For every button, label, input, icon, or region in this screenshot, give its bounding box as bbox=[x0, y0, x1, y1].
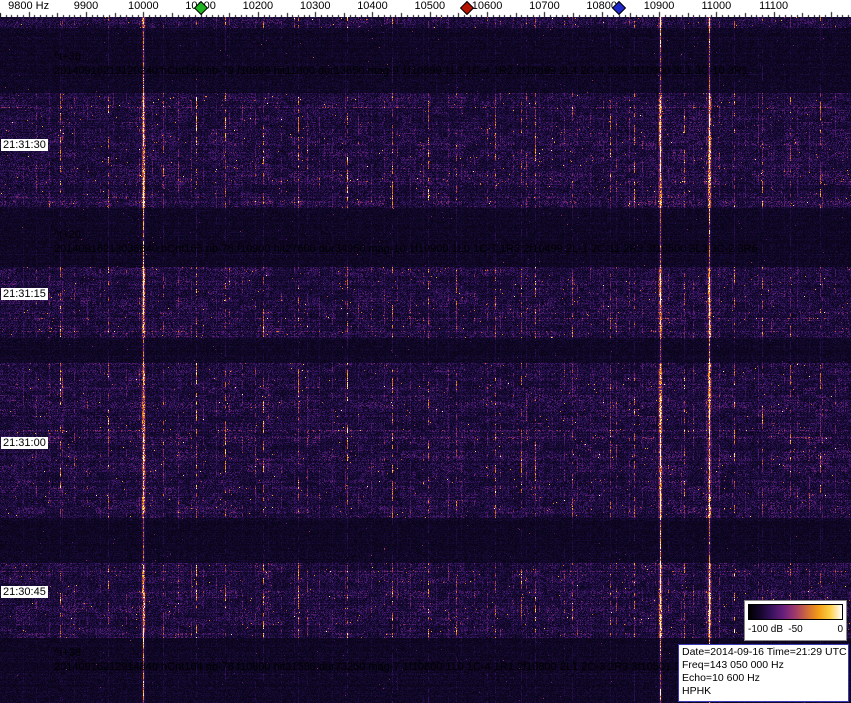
freq-tick-label: 10200 bbox=[242, 0, 274, 12]
status-info-box: Date=2014-09-16 Time=21:29 UTC Freq=143 … bbox=[678, 644, 849, 702]
freq-tick-label: 10000 bbox=[127, 0, 159, 12]
colorbar-gradient bbox=[748, 604, 843, 620]
freq-tick-label: 10900 bbox=[643, 0, 675, 12]
info-line-datetime: Date=2014-09-16 Time=21:29 UTC bbox=[682, 646, 847, 658]
freq-tick-label: 11000 bbox=[701, 0, 732, 12]
freq-tick-label: 11100 bbox=[759, 0, 789, 12]
info-line-frequency: Freq=143 050 000 Hz bbox=[682, 659, 784, 671]
freq-tick-label: 10400 bbox=[357, 0, 388, 12]
colorbar-label-mid: -50 bbox=[788, 624, 803, 635]
freq-tick-label: 10500 bbox=[414, 0, 446, 12]
frequency-ruler: 9800 Hz990010000101001020010300104001050… bbox=[0, 0, 851, 17]
freq-tick-label: 10600 bbox=[471, 0, 503, 12]
colorbar-label-min: -100 dB bbox=[748, 624, 784, 635]
freq-tick-label: 10300 bbox=[299, 0, 331, 12]
colorbar-legend: -100 dB -50 0 bbox=[744, 600, 847, 641]
colorbar-label-max: 0 bbox=[837, 624, 843, 635]
freq-tick-label: 10700 bbox=[529, 0, 560, 12]
info-line-station: HPHK bbox=[682, 685, 712, 697]
freq-tick-label: 9900 bbox=[73, 0, 99, 12]
info-line-echo: Echo=10 600 Hz bbox=[682, 672, 760, 684]
spectrogram-canvas bbox=[0, 17, 851, 703]
freq-tick-label: 9800 Hz bbox=[8, 0, 50, 12]
spectrogram-screen: 21:31:30 21:31:15 21:31:00 21:30:45 ^t+38 201… bbox=[0, 0, 851, 703]
